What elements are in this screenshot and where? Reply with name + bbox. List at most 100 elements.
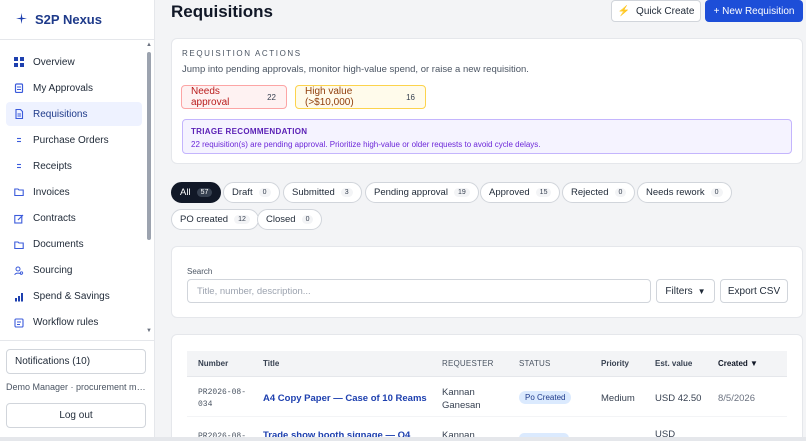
sidebar-item-workflow-rules[interactable]: Workflow rules: [6, 311, 142, 335]
row-number: PR2026-08- 034: [198, 387, 246, 411]
sidebar-item-requisitions[interactable]: Requisitions: [6, 102, 142, 127]
brand[interactable]: S2P Nexus: [0, 0, 154, 40]
scroll-up-icon[interactable]: ▲: [146, 42, 152, 48]
sidebar-item-sourcing[interactable]: Sourcing: [6, 259, 142, 283]
tab-label: Needs rework: [646, 187, 705, 198]
row-priority: Medium: [601, 393, 635, 404]
column-header-number[interactable]: Number: [198, 359, 228, 368]
caret-down-icon: ▼: [697, 286, 706, 296]
tab-count: 0: [614, 188, 627, 197]
tab-approved[interactable]: Approved 15: [480, 182, 561, 203]
sidebar-item-label: Invoices: [33, 186, 70, 198]
sidebar-item-invoices[interactable]: Invoices: [6, 180, 142, 204]
needs-approval-pill[interactable]: Needs approval 22: [181, 85, 287, 109]
row-requester: Kannan Ganesan: [442, 386, 481, 412]
row-number-line-1: PR2026-08-: [198, 388, 247, 397]
search-input[interactable]: [187, 279, 651, 303]
column-header-priority[interactable]: Priority: [601, 359, 629, 368]
workflow-icon: [14, 318, 24, 328]
edit-icon: [14, 214, 24, 224]
high-value-pill[interactable]: High value (>$10,000) 16: [295, 85, 426, 109]
sidebar-item-label: Purchase Orders: [33, 134, 109, 146]
brand-name: S2P Nexus: [35, 12, 102, 27]
needs-approval-count: 22: [267, 92, 276, 102]
main-content: Requisitions ⚡ Quick Create + New Requis…: [155, 0, 806, 441]
row-title-link[interactable]: A4 Copy Paper — Case of 10 Reams: [263, 393, 427, 404]
tab-label: PO created: [180, 214, 229, 225]
row-requester-line-2: Ganesan: [442, 400, 481, 411]
sidebar-item-label: Contracts: [33, 213, 76, 225]
tab-label: All: [180, 187, 191, 198]
export-csv-button[interactable]: Export CSV: [720, 279, 788, 303]
created-label: Created: [718, 359, 748, 368]
sidebar-nav: Overview My Approvals Requisitions Purch…: [6, 50, 142, 337]
column-header-est-value[interactable]: Est. value: [655, 359, 692, 368]
triage-text: 22 requisition(s) are pending approval. …: [191, 140, 541, 149]
sidebar-item-my-approvals[interactable]: My Approvals: [6, 76, 142, 100]
sidebar-item-documents[interactable]: Documents: [6, 233, 142, 257]
folder-icon: [14, 187, 24, 197]
sidebar-item-receipts[interactable]: Receipts: [6, 154, 142, 178]
tab-closed[interactable]: Closed 0: [257, 209, 323, 230]
sidebar-scrollbar[interactable]: ▲ ▼: [146, 42, 152, 336]
people-icon: [14, 266, 24, 276]
tab-rejected[interactable]: Rejected 0: [562, 182, 636, 203]
tab-count: 19: [453, 188, 470, 197]
column-header-title[interactable]: Title: [263, 359, 279, 368]
sidebar-item-purchase-orders[interactable]: Purchase Orders: [6, 128, 142, 152]
quick-create-label: Quick Create: [636, 5, 695, 17]
row-status: Po Created: [519, 391, 572, 404]
sidebar-item-label: Requisitions: [33, 108, 88, 120]
row-est-value: USD 42.50: [655, 393, 702, 404]
filters-button[interactable]: Filters ▼: [656, 279, 715, 303]
scroll-down-icon[interactable]: ▼: [146, 328, 152, 334]
sidebar-item-label: Overview: [33, 56, 75, 68]
needs-approval-label: Needs approval: [191, 86, 230, 108]
triage-title: TRIAGE RECOMMENDATION: [191, 127, 308, 136]
logout-button[interactable]: Log out: [6, 403, 146, 428]
scroll-thumb[interactable]: [147, 52, 151, 240]
column-header-status[interactable]: STATUS: [519, 359, 551, 368]
status-badge: Po Created: [519, 391, 572, 404]
new-requisition-button[interactable]: + New Requisition: [705, 0, 803, 22]
tab-all[interactable]: All 57: [171, 182, 222, 203]
tab-pending-approval[interactable]: Pending approval 19: [365, 182, 479, 203]
sidebar-item-overview[interactable]: Overview: [6, 50, 142, 74]
sidebar: S2P Nexus Overview My Approvals Requisit…: [0, 0, 155, 441]
list-icon: [14, 161, 24, 171]
quick-create-button[interactable]: ⚡ Quick Create: [611, 0, 701, 22]
tab-draft[interactable]: Draft 0: [223, 182, 280, 203]
notifications-button[interactable]: Notifications (10): [6, 349, 146, 374]
high-value-count: 16: [406, 92, 415, 102]
sidebar-footer: Notifications (10) Demo Manager · procur…: [0, 340, 155, 428]
clipboard-icon: [14, 83, 24, 94]
actions-subtitle: Jump into pending approvals, monitor hig…: [182, 64, 529, 75]
window-bottom-edge: [0, 437, 806, 441]
tab-count: 0: [301, 215, 314, 224]
table-row[interactable]: PR2026-08- 034 A4 Copy Paper — Case of 1…: [187, 379, 787, 417]
tab-count: 3: [340, 188, 353, 197]
row-created: 8/5/2026: [718, 393, 755, 404]
sidebar-item-contracts[interactable]: Contracts: [6, 207, 142, 231]
triage-recommendation: TRIAGE RECOMMENDATION 22 requisition(s) …: [182, 119, 792, 154]
tab-label: Submitted: [292, 187, 335, 198]
column-header-created[interactable]: Created ▼: [718, 359, 758, 368]
tab-needs-rework[interactable]: Needs rework 0: [637, 182, 732, 203]
sidebar-item-label: My Approvals: [33, 82, 94, 94]
search-label: Search: [187, 267, 213, 276]
document-icon: [14, 109, 24, 120]
column-header-requester[interactable]: REQUESTER: [442, 359, 494, 368]
grid-icon: [14, 57, 24, 67]
sidebar-item-label: Workflow rules: [33, 317, 99, 329]
tab-label: Closed: [266, 214, 296, 225]
tab-label: Approved: [489, 187, 530, 198]
tab-count: 0: [258, 188, 271, 197]
lightning-icon: ⚡: [617, 5, 631, 17]
tab-label: Draft: [232, 187, 253, 198]
tab-count: 12: [234, 215, 250, 224]
tab-label: Rejected: [571, 187, 609, 198]
sidebar-item-spend-savings[interactable]: Spend & Savings: [6, 285, 142, 309]
tab-submitted[interactable]: Submitted 3: [283, 182, 362, 203]
tab-count: 57: [196, 188, 213, 197]
tab-po-created[interactable]: PO created 12: [171, 209, 259, 230]
